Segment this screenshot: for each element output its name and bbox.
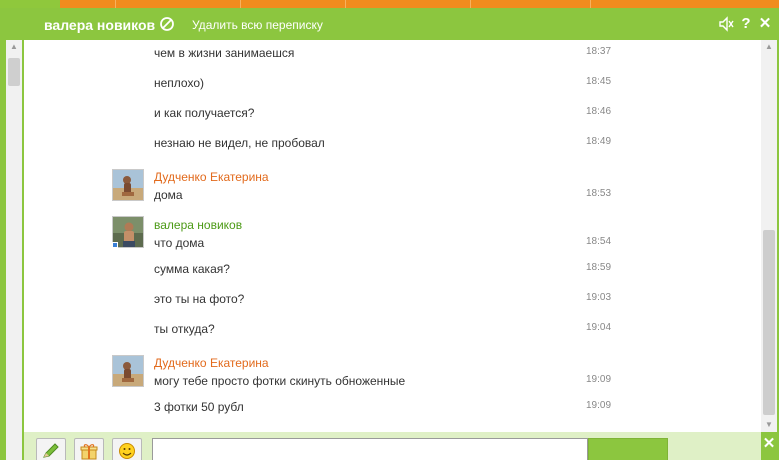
top-strip-divider — [590, 0, 591, 8]
speaker-muted-icon[interactable] — [718, 16, 734, 32]
message-time: 18:45 — [586, 76, 612, 87]
top-strip-divider — [115, 0, 116, 8]
top-strip-divider — [240, 0, 241, 8]
help-button[interactable]: ? — [738, 16, 754, 32]
message-text: неплохо) — [154, 76, 205, 90]
chat-header: валера новиков Удалить всю переписку ? ✕ — [0, 8, 779, 40]
message-author[interactable]: Дудченко Екатерина — [154, 356, 269, 370]
avatar[interactable] — [112, 169, 144, 201]
right-scrollbar-thumb[interactable] — [763, 230, 775, 415]
delete-all-messages-link[interactable]: Удалить всю переписку — [192, 18, 323, 32]
message-text: это ты на фото? — [154, 292, 245, 306]
message-time: 18:46 — [586, 106, 612, 117]
close-chat-button[interactable]: ✕ — [757, 16, 773, 32]
top-strip-divider — [470, 0, 471, 8]
message-time: 18:49 — [586, 136, 612, 147]
contact-name[interactable]: валера новиков — [44, 17, 155, 33]
message-text: ты откуда? — [154, 322, 215, 336]
left-scrollbar[interactable]: ▲ — [6, 40, 22, 460]
left-scrollbar-thumb[interactable] — [8, 58, 20, 86]
scroll-up-arrow-icon[interactable]: ▲ — [761, 40, 777, 54]
message-text: могу тебе просто фотки скинуть обноженны… — [154, 374, 406, 388]
message-time: 18:53 — [586, 188, 612, 199]
message-time: 18:37 — [586, 46, 612, 57]
emoticons-button[interactable] — [112, 438, 142, 460]
message-text: что дома — [154, 236, 205, 250]
message-time: 18:59 — [586, 262, 612, 273]
message-author[interactable]: валера новиков — [154, 218, 242, 232]
pencil-icon — [37, 442, 65, 460]
scroll-up-arrow-icon[interactable]: ▲ — [6, 40, 22, 54]
top-strip-tab — [0, 0, 60, 8]
message-author[interactable]: Дудченко Екатерина — [154, 170, 269, 184]
gift-icon — [75, 442, 103, 460]
message-time: 19:09 — [586, 400, 612, 411]
message-text: и как получается? — [154, 106, 255, 120]
scroll-down-arrow-icon[interactable]: ▼ — [761, 418, 777, 432]
gift-button[interactable] — [74, 438, 104, 460]
message-text: 3 фотки 50 рубл — [154, 400, 244, 414]
block-icon[interactable] — [159, 16, 175, 32]
avatar[interactable] — [112, 355, 144, 387]
close-compose-button[interactable]: ✕ — [761, 436, 777, 452]
smiley-icon — [113, 442, 141, 460]
draw-button[interactable] — [36, 438, 66, 460]
message-time: 19:09 — [586, 374, 612, 385]
send-button[interactable] — [588, 438, 668, 460]
message-text: дома — [154, 188, 183, 202]
message-time: 18:54 — [586, 236, 612, 247]
message-text: чем в жизни занимаешся — [154, 46, 295, 60]
message-text: незнаю не видел, не пробовал — [154, 136, 325, 150]
message-text: сумма какая? — [154, 262, 230, 276]
message-time: 19:04 — [586, 322, 612, 333]
right-scrollbar[interactable]: ▲ ▼ — [761, 40, 777, 432]
message-input[interactable] — [152, 438, 588, 460]
top-strip-divider — [345, 0, 346, 8]
top-strip — [0, 0, 779, 8]
message-time: 19:03 — [586, 292, 612, 303]
online-status-icon — [112, 242, 118, 248]
